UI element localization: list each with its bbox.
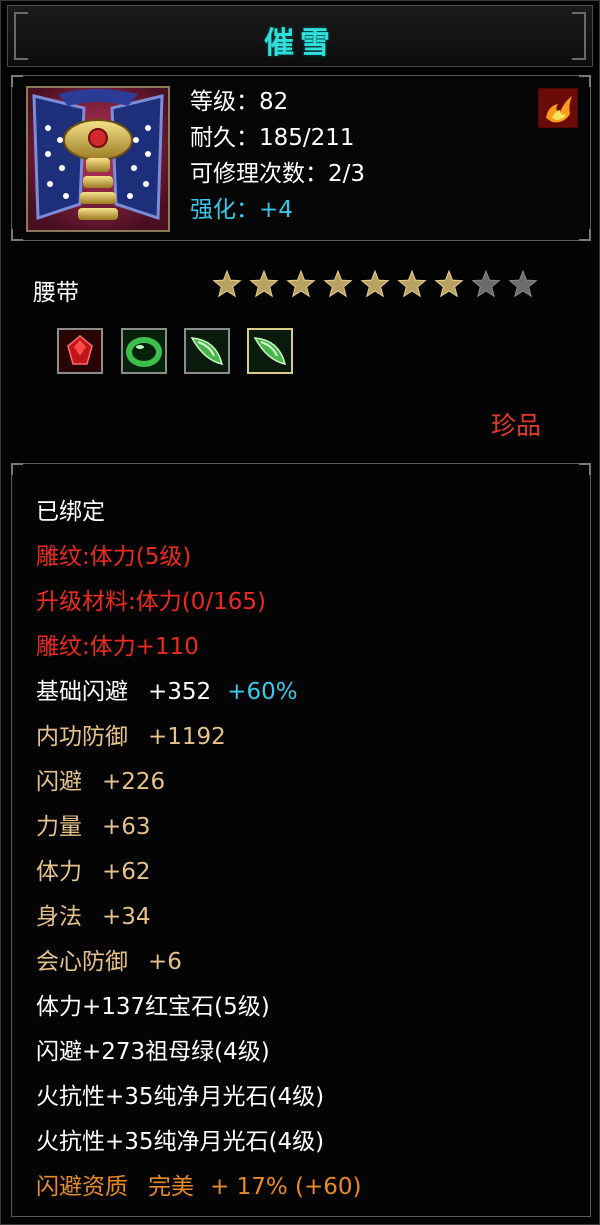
attribute-value: +34 bbox=[102, 904, 151, 930]
attribute-name: 已绑定 bbox=[36, 499, 105, 525]
attribute-name: 闪避+273祖母绿(4级) bbox=[36, 1039, 270, 1065]
title-bar: 催雪 bbox=[7, 5, 593, 67]
item-type: 腰带 bbox=[33, 280, 79, 306]
belt-portrait-icon bbox=[26, 86, 170, 232]
gem-slot-moonstone[interactable] bbox=[184, 328, 230, 374]
item-header-panel: 等级：82 耐久：185/211 可修理次数：2/3 强化：+4 bbox=[11, 75, 591, 241]
attribute-row: 基础闪避 +352 +60% bbox=[36, 670, 362, 715]
attribute-value: +352 bbox=[148, 679, 212, 705]
enhance-label: 强化： bbox=[190, 197, 259, 223]
attribute-row: 火抗性+35纯净月光石(4级) bbox=[36, 1075, 362, 1120]
star-filled-icon bbox=[434, 269, 464, 298]
star-empty-icon bbox=[471, 269, 501, 298]
star-rating bbox=[211, 267, 541, 307]
red-gem-icon bbox=[59, 330, 101, 372]
corner-ornament bbox=[11, 75, 23, 87]
corner-ornament bbox=[11, 229, 23, 241]
green-ring-icon bbox=[123, 330, 165, 372]
star-filled-icon bbox=[286, 269, 316, 298]
star-filled-icon bbox=[397, 269, 427, 298]
gem-slot-ruby[interactable] bbox=[57, 328, 103, 374]
attribute-row: 闪避资质 完美 + 17% (+60) bbox=[36, 1165, 362, 1210]
attribute-name: 体力+137红宝石(5级) bbox=[36, 994, 270, 1020]
attribute-name: 会心防御 bbox=[36, 949, 128, 975]
attribute-name: 闪避资质 bbox=[36, 1174, 128, 1200]
attribute-extra: +60% bbox=[227, 679, 298, 705]
tooltip-frame: 催雪 等级：82 耐久：185/211 可修理次数：2/3 强化：+4 腰带 珍… bbox=[0, 0, 600, 1225]
attribute-list: 已绑定雕纹:体力(5级) 升级材料:体力(0/165) 雕纹:体力+110 基础闪避 +… bbox=[36, 490, 362, 1210]
level-label: 等级：82 bbox=[190, 89, 289, 115]
attribute-value: +1192 bbox=[148, 724, 226, 750]
attribute-row: 会心防御 +6 bbox=[36, 940, 362, 985]
corner-ornament bbox=[579, 75, 591, 87]
star-filled-icon bbox=[323, 269, 353, 298]
attribute-row: 升级材料:体力(0/165) bbox=[36, 580, 362, 625]
item-name: 催雪 bbox=[264, 26, 336, 61]
attribute-row: 雕纹:体力+110 bbox=[36, 625, 362, 670]
attribute-name: 火抗性+35纯净月光石(4级) bbox=[36, 1129, 325, 1155]
item-stats: 等级：82 耐久：185/211 可修理次数：2/3 强化：+4 bbox=[190, 84, 365, 228]
attribute-extra: + 17% (+60) bbox=[210, 1174, 362, 1200]
green-moonstone-icon bbox=[186, 330, 228, 372]
attribute-row: 雕纹:体力(5级) bbox=[36, 535, 362, 580]
attribute-row: 内功防御 +1192 bbox=[36, 715, 362, 760]
attribute-name: 力量 bbox=[36, 814, 82, 840]
attribute-name: 火抗性+35纯净月光石(4级) bbox=[36, 1084, 325, 1110]
attribute-name: 闪避 bbox=[36, 769, 82, 795]
attribute-row: 力量 +63 bbox=[36, 805, 362, 850]
attribute-row: 已绑定 bbox=[36, 490, 362, 535]
flame-icon bbox=[537, 87, 579, 129]
attribute-row: 闪避 +226 bbox=[36, 760, 362, 805]
corner-ornament bbox=[579, 229, 591, 241]
attribute-row: 体力+137红宝石(5级) bbox=[36, 985, 362, 1030]
star-filled-icon bbox=[249, 269, 279, 298]
durability-label: 耐久：185/211 bbox=[190, 125, 355, 151]
item-quality: 珍品 bbox=[491, 411, 542, 440]
attributes-panel: 已绑定雕纹:体力(5级) 升级材料:体力(0/165) 雕纹:体力+110 基础闪避 +… bbox=[11, 463, 591, 1217]
attribute-row: 体力 +62 bbox=[36, 850, 362, 895]
attribute-row: 火抗性+35纯净月光石(4级) bbox=[36, 1120, 362, 1165]
attribute-name: 体力 bbox=[36, 859, 82, 885]
attribute-value: +6 bbox=[148, 949, 182, 975]
attribute-name: 基础闪避 bbox=[36, 679, 128, 705]
attribute-row: 身法 +34 bbox=[36, 895, 362, 940]
attribute-row: 闪避+273祖母绿(4级) bbox=[36, 1030, 362, 1075]
attribute-value: +63 bbox=[102, 814, 151, 840]
enhance-row: 强化：+4 bbox=[190, 192, 365, 228]
corner-ornament bbox=[579, 463, 591, 475]
repair-count-label: 可修理次数：2/3 bbox=[190, 161, 366, 187]
attribute-name: 身法 bbox=[36, 904, 82, 930]
star-filled-icon bbox=[360, 269, 390, 298]
attribute-value: +62 bbox=[102, 859, 151, 885]
green-moonstone-icon bbox=[249, 330, 291, 372]
attribute-value: +226 bbox=[102, 769, 166, 795]
attribute-value: 完美 bbox=[148, 1174, 194, 1200]
attribute-name: 内功防御 bbox=[36, 724, 128, 750]
corner-ornament bbox=[11, 463, 23, 475]
gem-slot-emerald[interactable] bbox=[121, 328, 167, 374]
gem-slot-moonstone-selected[interactable] bbox=[247, 328, 293, 374]
attribute-name: 升级材料:体力(0/165) bbox=[36, 589, 266, 615]
star-filled-icon bbox=[212, 269, 242, 298]
enhance-value: +4 bbox=[259, 197, 293, 223]
star-empty-icon bbox=[508, 269, 538, 298]
attribute-name: 雕纹:体力+110 bbox=[36, 634, 199, 660]
attribute-name: 雕纹:体力(5级) bbox=[36, 544, 192, 570]
